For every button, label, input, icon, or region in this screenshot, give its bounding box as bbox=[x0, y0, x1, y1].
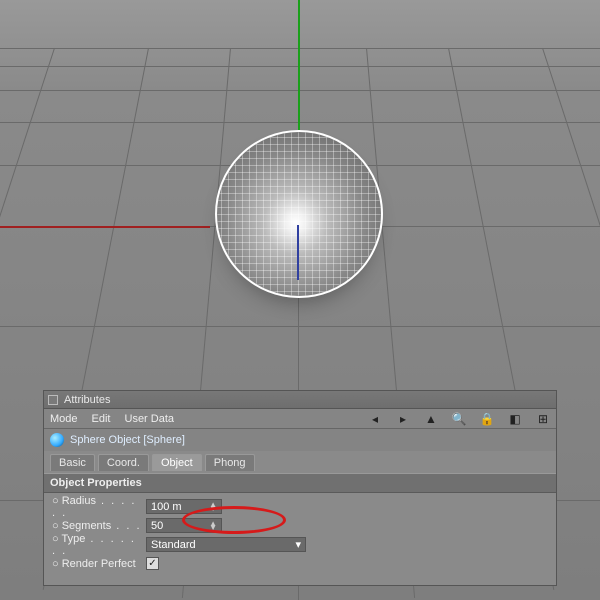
sphere-icon bbox=[50, 433, 64, 447]
new-window-icon[interactable]: ◧ bbox=[508, 412, 522, 426]
prop-radius: ○ Radius . . . . . . 100 m ▲▼ bbox=[52, 497, 548, 516]
nav-prev-icon[interactable]: ◂ bbox=[368, 412, 382, 426]
grid-line bbox=[0, 90, 600, 91]
tabs: Basic Coord. Object Phong bbox=[44, 451, 556, 471]
menu-userdata[interactable]: User Data bbox=[125, 413, 175, 425]
panel-titlebar[interactable]: Attributes bbox=[44, 391, 556, 409]
panel-title: Attributes bbox=[64, 394, 110, 406]
panel-menubar: Mode Edit User Data ◂ ▸ ▲ 🔍 🔒 ◧ ⊞ bbox=[44, 409, 556, 429]
section-header: Object Properties bbox=[44, 473, 556, 493]
menu-mode[interactable]: Mode bbox=[50, 413, 78, 425]
segments-value: 50 bbox=[151, 520, 163, 532]
tab-basic[interactable]: Basic bbox=[50, 454, 95, 471]
grid-line bbox=[0, 48, 600, 49]
tab-phong[interactable]: Phong bbox=[205, 454, 255, 471]
search-icon[interactable]: 🔍 bbox=[452, 412, 466, 426]
radius-value: 100 m bbox=[151, 501, 182, 513]
prop-render-perfect: ○ Render Perfect ✓ bbox=[52, 554, 548, 573]
lock-icon[interactable]: 🔒 bbox=[480, 412, 494, 426]
chevron-down-icon: ▾ bbox=[295, 538, 301, 551]
axis-z bbox=[297, 225, 299, 280]
segments-label: Segments bbox=[62, 520, 112, 532]
grid-line bbox=[0, 66, 600, 67]
properties-list: ○ Radius . . . . . . 100 m ▲▼ ○ Segments… bbox=[44, 493, 556, 577]
spinner-icon[interactable]: ▲▼ bbox=[209, 503, 217, 511]
axis-x bbox=[0, 226, 210, 228]
render-perfect-checkbox[interactable]: ✓ bbox=[146, 557, 159, 570]
grid-line bbox=[0, 326, 600, 327]
attributes-panel: Attributes Mode Edit User Data ◂ ▸ ▲ 🔍 🔒… bbox=[43, 390, 557, 586]
tab-object[interactable]: Object bbox=[152, 454, 202, 471]
object-name: Sphere Object [Sphere] bbox=[70, 434, 185, 446]
grid-line bbox=[0, 122, 600, 123]
add-icon[interactable]: ⊞ bbox=[536, 412, 550, 426]
radius-field[interactable]: 100 m ▲▼ bbox=[146, 499, 222, 514]
spinner-icon[interactable]: ▲▼ bbox=[209, 522, 217, 530]
panel-menu-icon[interactable] bbox=[48, 395, 58, 405]
type-dropdown[interactable]: Standard ▾ bbox=[146, 537, 306, 552]
menu-edit[interactable]: Edit bbox=[92, 413, 111, 425]
object-header: Sphere Object [Sphere] bbox=[44, 429, 556, 451]
nav-next-icon[interactable]: ▸ bbox=[396, 412, 410, 426]
tab-coord[interactable]: Coord. bbox=[98, 454, 149, 471]
prop-type: ○ Type . . . . . . . Standard ▾ bbox=[52, 535, 548, 554]
radius-label: Radius bbox=[62, 495, 96, 507]
type-value: Standard bbox=[151, 539, 196, 551]
sphere-object[interactable] bbox=[215, 130, 383, 298]
type-label: Type bbox=[62, 533, 86, 545]
render-perfect-label: Render Perfect bbox=[62, 558, 136, 570]
nav-up-icon[interactable]: ▲ bbox=[424, 412, 438, 426]
segments-field[interactable]: 50 ▲▼ bbox=[146, 518, 222, 533]
